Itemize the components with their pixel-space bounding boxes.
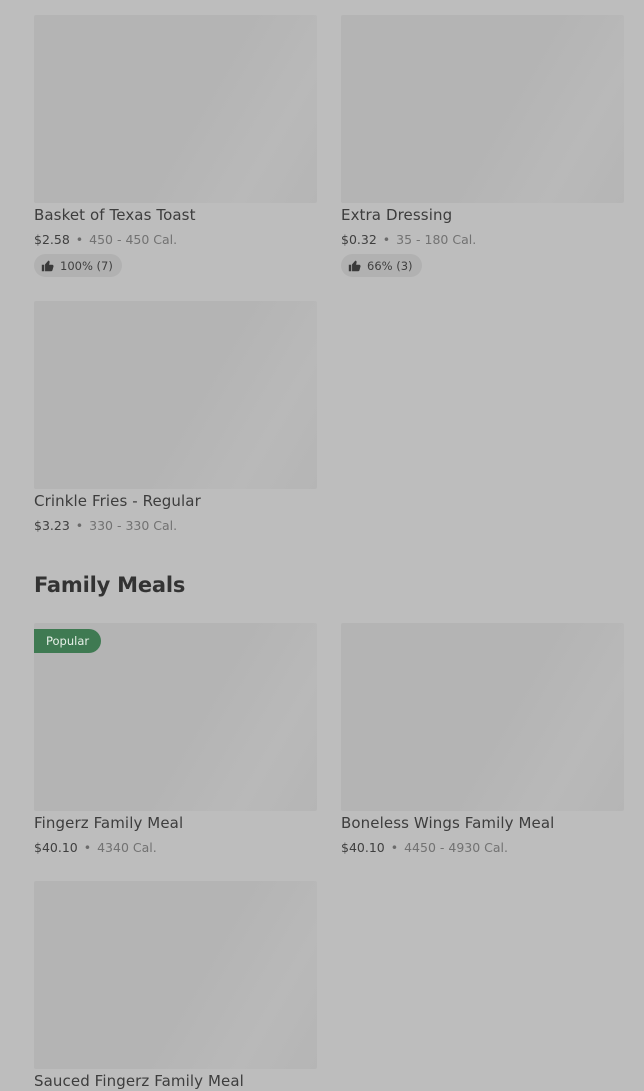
top-strip — [0, 0, 644, 14]
item-calories: 330 - 330 Cal. — [89, 518, 178, 533]
item-image — [34, 301, 317, 489]
item-name: Crinkle Fries - Regular — [34, 492, 201, 510]
rating-text: 100% (7) — [60, 258, 113, 273]
item-price: $40.10 — [34, 840, 78, 855]
item-price: $3.23 — [34, 518, 70, 533]
section-title-family-meals: Family Meals — [34, 573, 186, 597]
thumbs-up-icon — [41, 260, 54, 272]
item-image — [341, 623, 624, 811]
item-calories: 35 - 180 Cal. — [396, 232, 477, 247]
menu-item-card[interactable]: Boneless Wings Family Meal $40.10 • 4450… — [341, 623, 624, 855]
rating-text: 66% (3) — [367, 258, 413, 273]
item-calories: 450 - 450 Cal. — [89, 232, 178, 247]
item-image — [341, 15, 624, 203]
meta-separator: • — [390, 840, 399, 855]
item-name: Boneless Wings Family Meal — [341, 814, 555, 832]
item-name: Fingerz Family Meal — [34, 814, 184, 832]
item-image — [34, 881, 317, 1069]
menu-item-card[interactable]: Sauced Fingerz Family Meal — [34, 881, 317, 1090]
thumbs-up-icon — [348, 260, 361, 272]
item-image — [34, 15, 317, 203]
meta-separator: • — [83, 840, 92, 855]
item-price: $0.32 — [341, 232, 377, 247]
item-meta: $3.23 • 330 - 330 Cal. — [34, 518, 177, 533]
item-name: Sauced Fingerz Family Meal — [34, 1072, 244, 1090]
meta-separator: • — [382, 232, 391, 247]
item-price: $40.10 — [341, 840, 385, 855]
menu-item-card[interactable]: Popular Fingerz Family Meal $40.10 • 434… — [34, 623, 317, 855]
item-meta: $40.10 • 4340 Cal. — [34, 840, 157, 855]
item-name: Extra Dressing — [341, 206, 453, 224]
menu-item-card[interactable]: Basket of Texas Toast $2.58 • 450 - 450 … — [34, 15, 317, 277]
item-calories: 4340 Cal. — [97, 840, 157, 855]
rating-chip: 100% (7) — [34, 254, 122, 277]
item-price: $2.58 — [34, 232, 70, 247]
menu-item-card[interactable]: Extra Dressing $0.32 • 35 - 180 Cal. 66%… — [341, 15, 624, 277]
meta-separator: • — [75, 518, 84, 533]
menu-item-card[interactable]: Crinkle Fries - Regular $3.23 • 330 - 33… — [34, 301, 317, 533]
popular-badge: Popular — [34, 629, 102, 653]
item-meta: $40.10 • 4450 - 4930 Cal. — [341, 840, 508, 855]
rating-chip: 66% (3) — [341, 254, 422, 277]
item-meta: $2.58 • 450 - 450 Cal. — [34, 232, 177, 247]
item-meta: $0.32 • 35 - 180 Cal. — [341, 232, 476, 247]
item-name: Basket of Texas Toast — [34, 206, 196, 224]
item-image: Popular — [34, 623, 317, 811]
meta-separator: • — [75, 232, 84, 247]
item-calories: 4450 - 4930 Cal. — [404, 840, 508, 855]
